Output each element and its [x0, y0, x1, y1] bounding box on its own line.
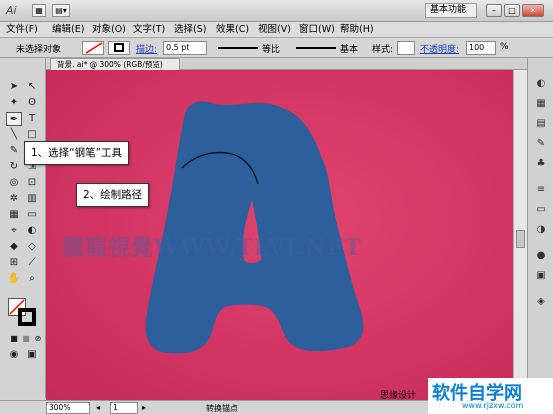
opacity-unit: %	[500, 42, 509, 52]
type-tool-icon[interactable]: T	[24, 112, 40, 126]
first-artboard-icon[interactable]: ◂	[96, 403, 100, 412]
site-logo-url: www.rjzxw.com	[462, 401, 524, 410]
line-tool-icon[interactable]: ╲	[6, 128, 22, 142]
menu-edit[interactable]: 编辑(E)	[52, 23, 84, 37]
zoom-field[interactable]: 300%	[46, 402, 90, 414]
rotate-tool-icon[interactable]: ↻	[6, 160, 22, 174]
letter-a-shape	[145, 101, 364, 354]
stroke-color-icon[interactable]	[18, 308, 36, 326]
watermark-bottom: 思缘设计	[380, 391, 417, 401]
stroke-panel-icon[interactable]: ≡	[534, 184, 548, 196]
callout-draw-path: 2、绘制路径	[76, 183, 150, 207]
symbol-sprayer-tool-icon[interactable]: ✲	[6, 192, 22, 206]
pen-tool-icon[interactable]: ✒	[6, 112, 22, 126]
direct-selection-tool-icon[interactable]: ↖	[24, 80, 40, 94]
fill-swatch[interactable]	[82, 41, 104, 55]
stroke-profile[interactable]: 等比	[262, 42, 280, 55]
app-logo: Ai	[6, 4, 17, 17]
mesh-tool-icon[interactable]: ▦	[6, 208, 22, 222]
stroke-label[interactable]: 描边:	[136, 42, 157, 55]
workspace-switcher[interactable]: 基本功能	[425, 3, 477, 18]
column-graph-tool-icon[interactable]: ▥	[24, 192, 40, 206]
menu-window[interactable]: 窗口(W)	[299, 23, 335, 37]
brushes-panel-icon[interactable]: ✎	[534, 138, 548, 150]
document-tab[interactable]: 背景. ai* @ 300% (RGB/预览)	[50, 58, 180, 70]
live-paint-tool-icon[interactable]: ◆	[6, 240, 22, 254]
magic-wand-tool-icon[interactable]: ✦	[6, 96, 22, 110]
draw-mode-icon[interactable]: ◉	[6, 348, 22, 362]
blend-tool-icon[interactable]: ◐	[24, 224, 40, 238]
appearance-panel-icon[interactable]: ●	[534, 250, 548, 262]
menu-select[interactable]: 选择(S)	[174, 23, 206, 37]
close-button[interactable]: ✕	[522, 4, 544, 17]
title-bar: Ai ▦ ▤▾ 基本功能 – □ ✕	[0, 0, 553, 22]
gradient-panel-icon[interactable]: ▭	[534, 204, 548, 216]
hand-tool-icon[interactable]: ✋	[6, 272, 22, 286]
brush-definition[interactable]: 基本	[340, 42, 358, 55]
swatches-panel-icon[interactable]: ▤	[534, 118, 548, 130]
live-paint-selection-icon[interactable]: ◇	[24, 240, 40, 254]
tools-panel: ➤ ↖ ✦ ʘ ✒ T ╲ □ ✎ ✏ ↻ ⇲ ◎ ⊡ ✲ ▥ ▦ ▭ ⌖ ◐ …	[0, 58, 46, 398]
control-bar: 未选择对象 描边: 0.5 pt 等比 基本 样式: 不透明度: 100 %	[0, 38, 553, 58]
transparency-panel-icon[interactable]: ◑	[534, 224, 548, 236]
free-transform-tool-icon[interactable]: ⊡	[24, 176, 40, 190]
current-tool-status: 转换锚点	[206, 404, 238, 413]
menu-bar: 文件(F) 编辑(E) 对象(O) 文字(T) 选择(S) 效果(C) 视图(V…	[0, 22, 553, 38]
symbols-panel-icon[interactable]: ♣	[534, 158, 548, 170]
stroke-swatch[interactable]	[108, 41, 130, 55]
screen-mode-icon[interactable]: ▣	[24, 348, 40, 362]
selection-tool-icon[interactable]: ➤	[6, 80, 22, 94]
graphic-styles-icon[interactable]: ▣	[534, 270, 548, 282]
menu-effect[interactable]: 效果(C)	[216, 23, 249, 37]
stroke-preview-line	[218, 47, 258, 49]
menu-help[interactable]: 帮助(H)	[340, 23, 374, 37]
menu-file[interactable]: 文件(F)	[6, 23, 38, 37]
style-picker[interactable]	[397, 41, 415, 55]
none-mode-icon[interactable]: ⊘	[30, 332, 46, 346]
selection-status: 未选择对象	[16, 45, 62, 55]
opacity-field[interactable]: 100	[466, 41, 496, 55]
warp-tool-icon[interactable]: ◎	[6, 176, 22, 190]
artboard-number-field[interactable]: 1	[110, 402, 138, 414]
style-label: 样式:	[372, 45, 394, 55]
scrollbar-thumb[interactable]	[516, 230, 525, 248]
bridge-icon[interactable]: ▦	[32, 4, 46, 17]
layers-panel-icon[interactable]: ◈	[534, 296, 548, 308]
menu-type[interactable]: 文字(T)	[133, 23, 165, 37]
callout-select-pen: 1、选择“钢笔”工具	[24, 141, 130, 165]
brush-preview-line	[296, 47, 336, 49]
document-tab-bar: 背景. ai* @ 300% (RGB/预览)	[46, 58, 553, 70]
slice-tool-icon[interactable]: ⟋	[24, 256, 40, 270]
paintbrush-tool-icon[interactable]: ✎	[6, 144, 22, 158]
lasso-tool-icon[interactable]: ʘ	[24, 96, 40, 110]
color-guide-icon[interactable]: ▦	[534, 98, 548, 110]
restore-button[interactable]: □	[504, 4, 520, 17]
gradient-tool-icon[interactable]: ▭	[24, 208, 40, 222]
minimize-button[interactable]: –	[486, 4, 502, 17]
color-panel-icon[interactable]: ◐	[534, 78, 548, 90]
panel-dock: ◐ ▦ ▤ ✎ ♣ ≡ ▭ ◑ ● ▣ ◈	[527, 58, 553, 398]
site-logo: 软件自学网 www.rjzxw.com	[428, 378, 553, 414]
watermark-text: 騰龍視覺WWW.TLVI.NET	[62, 235, 362, 261]
next-artboard-icon[interactable]: ▸	[142, 403, 146, 412]
eyedropper-tool-icon[interactable]: ⌖	[6, 224, 22, 238]
arrange-documents-icon[interactable]: ▤▾	[52, 4, 70, 17]
artboard-tool-icon[interactable]: ⊞	[6, 256, 22, 270]
stroke-weight-field[interactable]: 0.5 pt	[163, 41, 207, 55]
rectangle-tool-icon[interactable]: □	[24, 128, 40, 142]
vertical-scrollbar[interactable]	[513, 70, 527, 400]
menu-view[interactable]: 视图(V)	[258, 23, 291, 37]
menu-object[interactable]: 对象(O)	[92, 23, 126, 37]
opacity-label[interactable]: 不透明度:	[420, 42, 459, 55]
zoom-tool-icon[interactable]: ⌕	[24, 272, 40, 286]
